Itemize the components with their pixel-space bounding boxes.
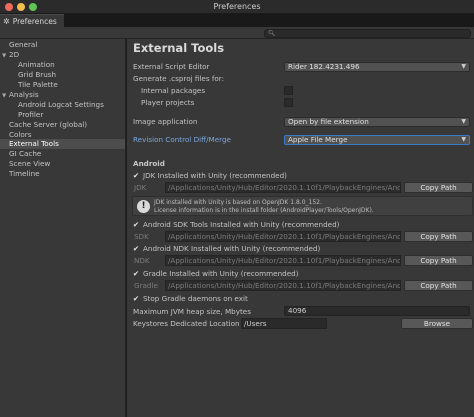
search-toolbar: 🔍︎	[0, 27, 474, 39]
chevron-down-icon: ▼	[461, 118, 466, 125]
jdk-path-field[interactable]: /Applications/Unity/Hub/Editor/2020.1.10…	[165, 182, 401, 193]
window-titlebar: Preferences	[0, 0, 474, 14]
image-application-dropdown[interactable]: Open by file extension ▼	[284, 117, 470, 127]
gradle-installed-label: Gradle Installed with Unity (recommended…	[143, 269, 299, 278]
player-projects-checkbox[interactable]	[284, 98, 293, 107]
jdk-installed-toggle[interactable]: ✔ JDK Installed with Unity (recommended)	[132, 171, 287, 180]
jdk-info-line-1: JDK installed with Unity is based on Ope…	[154, 199, 322, 206]
jdk-path-label: JDK	[134, 183, 147, 192]
page-title: External Tools	[133, 41, 225, 55]
ndk-path-field[interactable]: /Applications/Unity/Hub/Editor/2020.1.10…	[165, 255, 401, 266]
sidebar-item-label: Tile Palette	[18, 80, 58, 89]
sdk-path-field[interactable]: /Applications/Unity/Hub/Editor/2020.1.10…	[165, 231, 401, 242]
sidebar-item-label: Android Logcat Settings	[18, 100, 104, 109]
gear-icon: ✲	[3, 16, 10, 26]
jdk-info-text: JDK installed with Unity is based on Ope…	[154, 199, 374, 215]
sidebar-item-gi-cache[interactable]: GI Cache	[0, 149, 125, 159]
external-tools-panel: External Tools External Script Editor Ri…	[127, 39, 474, 417]
gradle-path-field[interactable]: /Applications/Unity/Hub/Editor/2020.1.10…	[165, 280, 401, 291]
search-icon: 🔍︎	[268, 30, 276, 37]
checkmark-icon[interactable]: ✔	[132, 220, 140, 229]
gradle-copy-path-button[interactable]: Copy Path	[404, 280, 473, 291]
tab-preferences[interactable]: ✲ Preferences	[0, 14, 64, 27]
ndk-installed-label: Android NDK Installed with Unity (recomm…	[143, 244, 321, 253]
sidebar-item-label: GI Cache	[9, 149, 42, 158]
image-application-value: Open by file extension	[288, 117, 369, 126]
search-input[interactable]: 🔍︎	[264, 29, 471, 38]
revision-control-dropdown[interactable]: Apple File Merge ▼	[284, 135, 470, 145]
internal-packages-label: Internal packages	[141, 86, 206, 95]
checkmark-icon[interactable]: ✔	[132, 294, 140, 303]
checkmark-icon[interactable]: ✔	[132, 171, 140, 180]
sdk-installed-toggle[interactable]: ✔ Android SDK Tools Installed with Unity…	[132, 220, 340, 229]
keystores-label: Keystores Dedicated Location	[133, 319, 240, 328]
jdk-info-box: ! JDK installed with Unity is based on O…	[132, 196, 473, 216]
sidebar-item-label: General	[9, 40, 38, 49]
stop-gradle-toggle[interactable]: ✔ Stop Gradle daemons on exit	[132, 294, 248, 303]
window-title: Preferences	[213, 2, 261, 11]
player-projects-label: Player projects	[141, 98, 195, 107]
info-icon: !	[137, 200, 150, 213]
script-editor-dropdown[interactable]: Rider 182.4231.496 ▼	[284, 62, 470, 72]
jvm-heap-label: Maximum JVM heap size, Mbytes	[133, 307, 251, 316]
sidebar-item-android-logcat-settings[interactable]: Android Logcat Settings	[0, 100, 125, 110]
checkmark-icon[interactable]: ✔	[132, 244, 140, 253]
jdk-installed-label: JDK Installed with Unity (recommended)	[143, 171, 287, 180]
jdk-info-line-2: License information is in the install fo…	[154, 207, 374, 214]
sdk-path-label: SDK	[134, 232, 149, 241]
keystores-path-field[interactable]: /Users	[241, 318, 327, 329]
internal-packages-checkbox[interactable]	[284, 86, 293, 95]
sdk-path-row: SDK /Applications/Unity/Hub/Editor/2020.…	[132, 231, 473, 242]
sidebar-item-profiler[interactable]: Profiler	[0, 110, 125, 120]
sidebar-item-external-tools[interactable]: External Tools	[0, 139, 125, 149]
stop-gradle-label: Stop Gradle daemons on exit	[143, 294, 248, 303]
sidebar-item-animation[interactable]: Animation	[0, 60, 125, 70]
sidebar-item-label: Profiler	[18, 110, 44, 119]
revision-control-value: Apple File Merge	[288, 135, 348, 144]
sidebar-item-label: Animation	[18, 60, 55, 69]
jvm-heap-field[interactable]: 4096	[284, 306, 470, 316]
gradle-installed-toggle[interactable]: ✔ Gradle Installed with Unity (recommend…	[132, 269, 299, 278]
sidebar-item-scene-view[interactable]: Scene View	[0, 159, 125, 169]
sidebar-item-label: 2D	[9, 50, 20, 59]
sdk-copy-path-button[interactable]: Copy Path	[404, 231, 473, 242]
keystores-row: Keystores Dedicated Location /Users Brow…	[132, 318, 473, 329]
tab-bar: ✲ Preferences	[0, 14, 474, 27]
keystores-browse-button[interactable]: Browse	[401, 318, 473, 329]
preferences-sidebar: General ▼ 2D Animation Grid Brush Tile Pa…	[0, 39, 126, 417]
script-editor-label: External Script Editor	[133, 62, 210, 71]
chevron-down-icon: ▼	[461, 63, 466, 70]
ndk-path-label: NDK	[134, 256, 150, 265]
sidebar-item-tile-palette[interactable]: Tile Palette	[0, 80, 125, 90]
generate-csproj-label: Generate .csproj files for:	[133, 74, 225, 83]
tab-label: Preferences	[12, 16, 57, 26]
android-section-heading: Android	[133, 159, 165, 168]
ndk-path-row: NDK /Applications/Unity/Hub/Editor/2020.…	[132, 255, 473, 266]
sidebar-item-label: Grid Brush	[18, 70, 57, 79]
sidebar-item-grid-brush[interactable]: Grid Brush	[0, 70, 125, 80]
sidebar-item-label: Colors	[9, 130, 32, 139]
sidebar-item-2d[interactable]: ▼ 2D	[0, 50, 125, 60]
sidebar-item-label: Scene View	[9, 159, 51, 168]
sidebar-item-general[interactable]: General	[0, 40, 125, 50]
chevron-down-icon: ▼	[461, 136, 466, 143]
sidebar-item-label: Analysis	[9, 90, 39, 99]
checkmark-icon[interactable]: ✔	[132, 269, 140, 278]
jdk-path-row: JDK /Applications/Unity/Hub/Editor/2020.…	[132, 182, 473, 193]
image-application-label: Image application	[133, 117, 198, 126]
sidebar-item-cache-server[interactable]: Cache Server (global)	[0, 120, 125, 130]
sidebar-item-label: Cache Server (global)	[9, 120, 88, 129]
sidebar-item-label: External Tools	[9, 139, 59, 148]
sidebar-item-analysis[interactable]: ▼ Analysis	[0, 90, 125, 100]
script-editor-value: Rider 182.4231.496	[288, 62, 360, 71]
revision-control-label: Revision Control Diff/Merge	[133, 135, 231, 144]
gradle-path-label: Gradle	[134, 281, 158, 290]
jdk-copy-path-button[interactable]: Copy Path	[404, 182, 473, 193]
ndk-installed-toggle[interactable]: ✔ Android NDK Installed with Unity (reco…	[132, 244, 320, 253]
sdk-installed-label: Android SDK Tools Installed with Unity (…	[143, 220, 340, 229]
sidebar-item-label: Timeline	[9, 169, 40, 178]
sidebar-item-timeline[interactable]: Timeline	[0, 169, 125, 179]
ndk-copy-path-button[interactable]: Copy Path	[404, 255, 473, 266]
gradle-path-row: Gradle /Applications/Unity/Hub/Editor/20…	[132, 280, 473, 291]
